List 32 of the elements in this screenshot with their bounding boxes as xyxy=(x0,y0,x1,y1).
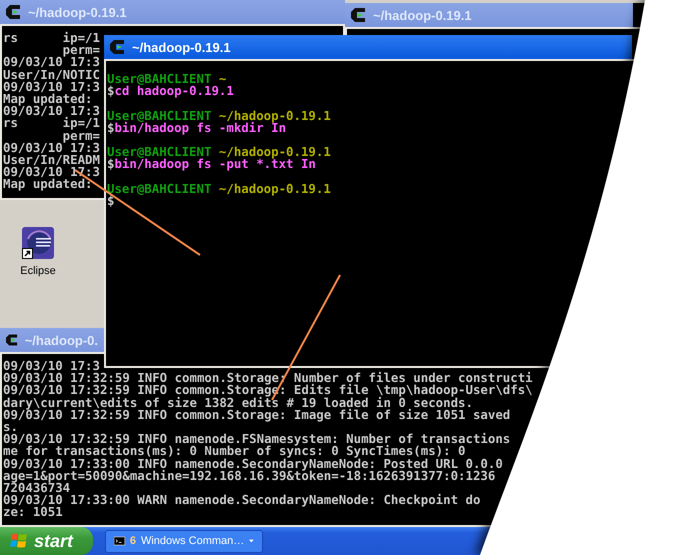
window-title-bar[interactable]: ~/hadoop-0.19.1 xyxy=(0,0,345,24)
taskbar-button[interactable]: 6 Windows Comman… xyxy=(105,530,264,552)
terminal-line: s. xyxy=(3,418,18,434)
window-title-bar[interactable]: ~/hadoop-0. xyxy=(0,328,104,352)
prompt-sign: $ xyxy=(107,83,114,98)
prompt-path: ~/hadoop-0.19.1 xyxy=(218,108,331,123)
window-title-bar[interactable]: ~/hadoop-0.19.1 xyxy=(345,3,633,27)
terminal-line: rs ip=/1 xyxy=(3,115,100,130)
window-title: ~/hadoop-0.19.1 xyxy=(132,40,231,54)
window-title-bar[interactable]: ~/hadoop-0.19.1 xyxy=(104,35,632,59)
window-title: ~/hadoop-0.19.1 xyxy=(373,8,472,22)
window-title: ~/hadoop-0.19.1 xyxy=(28,4,127,20)
terminal-icon xyxy=(6,5,22,19)
windows-flag-icon xyxy=(10,533,28,549)
icon-label[interactable]: Eclipse xyxy=(20,265,56,277)
start-button[interactable]: start xyxy=(0,527,94,555)
terminal-icon xyxy=(351,8,367,22)
terminal-icon xyxy=(110,40,126,54)
prompt-user: User@BAHCLIENT xyxy=(107,71,212,86)
console-icon xyxy=(114,535,125,547)
terminal-icon xyxy=(6,333,19,347)
prompt-path: ~/hadoop-0.19.1 xyxy=(218,180,331,196)
terminal-line: 09/03/10 17:3 xyxy=(3,358,100,373)
window-title: ~/hadoop-0. xyxy=(24,332,98,348)
taskbar-label: Windows Comman… xyxy=(140,535,244,547)
prompt-path: ~ xyxy=(218,71,226,86)
terminal-line: rs ip=/1 xyxy=(3,30,100,45)
window-count: 6 xyxy=(130,535,136,547)
terminal-line: User/In/NOTIC xyxy=(3,66,100,82)
terminal-line: Map updated: xyxy=(3,176,93,192)
prompt-path: ~/hadoop-0.19.1 xyxy=(218,144,331,160)
caret-icon xyxy=(249,539,254,543)
